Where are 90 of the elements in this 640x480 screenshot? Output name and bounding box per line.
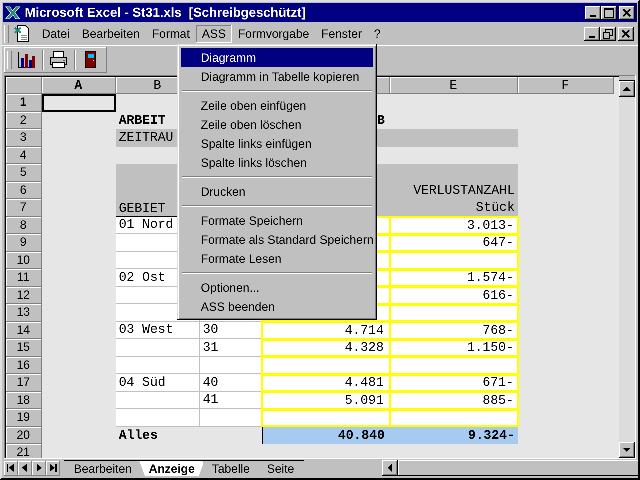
menu-item[interactable]: Bearbeiten [76,25,146,43]
table-cell: 04 Süd [116,374,200,392]
table-cell: 616- [389,286,519,304]
sheet-tab[interactable]: Tabelle [202,460,260,476]
document-icon[interactable] [14,25,32,43]
column-header[interactable]: F [518,77,614,94]
sheet-tab[interactable]: Anzeige [139,460,206,476]
row-header[interactable]: 20 [6,426,42,444]
table-cell: 03 West [116,322,200,339]
table-cell: 30 [200,322,262,339]
menu-item[interactable]: Diagramm [181,48,373,67]
row-header[interactable]: 15 [6,339,42,356]
menu-item[interactable]: Datei [36,25,76,43]
menu-item[interactable]: Spalte links löschen [181,153,373,172]
row-header[interactable]: 8 [6,216,42,234]
menu-item[interactable]: Format [146,25,196,43]
table-cell: 3.013- [389,216,519,234]
table-cell: VERLUSTANZAHL [390,182,518,199]
restore-button[interactable] [600,27,616,41]
minimize-button[interactable] [585,6,601,20]
table-cell: Stück [390,199,518,216]
cell-text: ARBEIT [119,114,166,127]
row-header[interactable]: 5 [6,164,42,182]
minimize-icon [589,36,595,38]
table-cell: 9.324- [390,426,518,444]
table-cell: 4.714 [261,321,391,340]
row-header[interactable]: 21 [6,444,42,458]
vertical-scrollbar[interactable] [619,76,635,458]
row-header[interactable]: 11 [6,269,42,286]
previous-sheet-button[interactable] [18,460,32,476]
left-arrow-icon [21,464,29,472]
split-box[interactable] [619,76,635,81]
row-header[interactable]: 13 [6,304,42,322]
window-title: Microsoft Excel - St31.xls [Schreibgeschützt] [25,5,306,20]
row-header[interactable]: 9 [6,234,42,252]
down-arrow-icon [623,446,631,454]
table-cell: 768- [389,321,519,340]
maximize-button[interactable] [601,6,617,20]
menu-item[interactable]: ASS [196,25,232,43]
row-header[interactable]: 16 [6,356,42,374]
table-cell: 40.840 [262,426,390,444]
row-header[interactable]: 4 [6,146,42,164]
row-header[interactable]: 18 [6,392,42,409]
last-sheet-button[interactable] [46,460,60,476]
last-arrow-icon [49,464,57,472]
row-header[interactable]: 7 [6,199,42,216]
cell-text: Alles [119,428,158,442]
column-header[interactable]: A [42,77,116,94]
menu-item[interactable]: Formate Lesen [181,249,373,268]
excel-logo-icon [5,4,21,20]
menu-item[interactable]: Zeile oben einfügen [181,96,373,115]
row-header[interactable]: 19 [6,409,42,426]
sheet-tab[interactable]: Bearbeiten [64,460,142,476]
scroll-down-button[interactable] [619,442,635,458]
menu-item[interactable]: Fenster [315,25,368,43]
sheet-tab[interactable]: Seite [257,460,304,476]
table-cell: 40 [200,374,262,392]
first-arrow-icon [7,464,15,472]
row-header[interactable]: 10 [6,252,42,269]
table-cell: 31 [200,339,262,356]
next-sheet-button[interactable] [32,460,46,476]
right-arrow-icon [35,464,43,472]
menu-item[interactable]: Formvorgabe [232,25,316,43]
scroll-up-button[interactable] [619,81,635,97]
table-cell: 5.091 [261,391,391,410]
menu-item[interactable]: ? [368,25,387,43]
menu-item[interactable]: ASS beenden [181,297,373,316]
row-header[interactable]: 12 [6,286,42,304]
column-header[interactable]: E [390,77,518,94]
table-cell [200,356,262,374]
row-header[interactable]: 6 [6,182,42,199]
minimize-button[interactable] [584,27,600,41]
scroll-left-button[interactable] [382,460,398,476]
table-cell: 885- [389,391,519,410]
row-header[interactable]: 2 [6,112,42,129]
cell-text: B [377,114,385,127]
row-header[interactable]: 1 [6,94,42,112]
menu-item[interactable]: Drucken [181,182,373,201]
close-button[interactable] [618,27,634,41]
first-sheet-button[interactable] [4,460,18,476]
close-button[interactable] [619,6,635,20]
row-header[interactable]: 3 [6,129,42,146]
up-arrow-icon [623,85,631,93]
row-header[interactable]: 14 [6,322,42,339]
minimize-icon [590,14,596,16]
table-cell [200,409,262,426]
select-all-button[interactable] [6,77,42,94]
left-arrow-icon [386,464,394,472]
row-header[interactable]: 17 [6,374,42,392]
table-cell: 41 [200,392,262,409]
